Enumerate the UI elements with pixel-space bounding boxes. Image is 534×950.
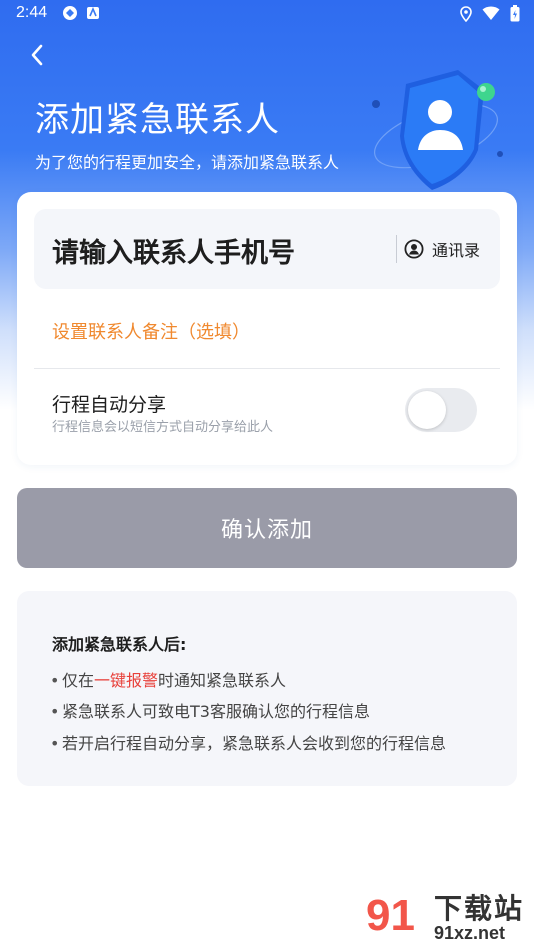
back-button[interactable] bbox=[22, 40, 52, 70]
page-subtitle: 为了您的行程更加安全，请添加紧急联系人 bbox=[35, 153, 340, 172]
phone-input[interactable]: 请输入联系人手机号 bbox=[52, 231, 295, 270]
info-item: • 仅在一键报警时通知紧急联系人 bbox=[50, 671, 287, 690]
contacts-label: 通讯录 bbox=[432, 241, 481, 260]
wifi-icon bbox=[482, 6, 500, 20]
location-icon bbox=[460, 5, 472, 22]
info-item: • 若开启行程自动分享，紧急联系人会收到您的行程信息 bbox=[50, 734, 447, 753]
info-card: 添加紧急联系人后: • 仅在一键报警时通知紧急联系人 • 紧急联系人可致电T3客服确… bbox=[17, 591, 517, 786]
confirm-add-button[interactable]: 确认添加 bbox=[17, 488, 517, 568]
page-title: 添加紧急联系人 bbox=[35, 100, 280, 140]
battery-icon bbox=[510, 5, 520, 22]
note-input[interactable]: 设置联系人备注（选填） bbox=[52, 318, 250, 344]
watermark-top-text: 下载站 bbox=[434, 892, 525, 925]
contacts-button[interactable]: 通讯录 bbox=[404, 237, 480, 261]
vpn-icon bbox=[63, 6, 77, 20]
status-time: 2:44 bbox=[16, 4, 48, 21]
contact-person-icon bbox=[404, 239, 424, 259]
toggle-knob bbox=[408, 391, 446, 429]
auto-share-description: 行程信息会以短信方式自动分享给此人 bbox=[52, 420, 274, 435]
app-icon bbox=[87, 6, 99, 19]
info-title: 添加紧急联系人后: bbox=[52, 635, 187, 654]
chevron-left-icon bbox=[31, 44, 43, 66]
contact-form-card: 请输入联系人手机号 通讯录 设置联系人备注（选填） 行程自动分享 行程信息会以短… bbox=[17, 192, 517, 465]
watermark-logo: 91 下载站 91xz.net bbox=[360, 885, 532, 947]
watermark-bottom-text: 91xz.net bbox=[434, 923, 506, 943]
auto-share-toggle[interactable] bbox=[405, 388, 477, 432]
divider bbox=[396, 235, 397, 263]
watermark-number: 91 bbox=[366, 891, 415, 940]
one-key-alarm-highlight: 一键报警 bbox=[94, 671, 159, 690]
status-bar: 2:44 bbox=[0, 0, 534, 28]
divider bbox=[34, 368, 500, 369]
shield-user-icon bbox=[372, 70, 503, 190]
info-item: • 紧急联系人可致电T3客服确认您的行程信息 bbox=[50, 702, 370, 721]
auto-share-title: 行程自动分享 bbox=[52, 394, 167, 416]
phone-input-box[interactable]: 请输入联系人手机号 通讯录 bbox=[34, 209, 500, 289]
